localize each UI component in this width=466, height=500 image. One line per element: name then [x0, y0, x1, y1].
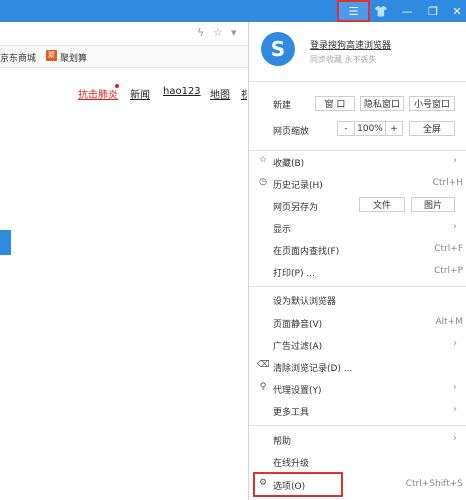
menu-item-print[interactable]: 打印(P) ... Ctrl+P [249, 262, 466, 282]
zoom-value: 100% [354, 121, 386, 136]
link-icon: ⚲ [259, 382, 267, 392]
fullscreen-button[interactable]: 全屏 [409, 121, 455, 136]
menu-item-help[interactable]: 帮助 › [249, 430, 466, 450]
chevron-right-icon: › [453, 433, 457, 444]
separator [249, 286, 466, 287]
nav-link-video[interactable]: 视 [241, 86, 247, 101]
address-bar[interactable]: ϟ ☆ ▾ [0, 22, 248, 46]
menu-item-history[interactable]: ◷ 历史记录(H) Ctrl+H [249, 174, 466, 194]
shortcut: Ctrl+H [432, 178, 463, 188]
shortcut: Ctrl+P [434, 266, 463, 276]
menu-item-find[interactable]: 在页面内查找(F) Ctrl+F [249, 240, 466, 260]
bookmark-juhuasuan[interactable]: 聚划算 [60, 51, 87, 64]
menu-item-proxy[interactable]: ⚲ 代理设置(Y) › [249, 379, 466, 399]
page-side-tab[interactable] [0, 230, 11, 255]
lightning-icon[interactable]: ϟ [197, 26, 204, 39]
menu-item-default-browser[interactable]: 设为默认浏览器 [249, 290, 466, 310]
dropdown-icon[interactable]: ▾ [231, 26, 237, 39]
menu-item-display[interactable]: 显示 › [249, 218, 466, 238]
nav-link-fight-pneumonia[interactable]: 抗击肺炎 [78, 86, 118, 101]
nav-link-news[interactable]: 新闻 [130, 86, 150, 101]
shortcut: Alt+M [435, 317, 464, 327]
notification-dot [115, 84, 119, 88]
save-as-image-button[interactable]: 图片 [411, 197, 455, 212]
menu-item-more-tools[interactable]: 更多工具 › [249, 401, 466, 421]
minimize-icon: — [401, 4, 413, 18]
close-button[interactable]: ✕ [442, 0, 466, 22]
menu-item-favorites[interactable]: ☆ 收藏(B) › [249, 152, 466, 172]
chevron-right-icon: › [453, 404, 457, 415]
sogou-logo-icon: S [261, 32, 295, 66]
star-icon[interactable]: ☆ [213, 26, 223, 39]
shirt-icon: 👕 [374, 4, 388, 18]
separator [249, 81, 466, 82]
chevron-right-icon: › [453, 155, 457, 166]
menu-item-clear-history[interactable]: ⌫ 清除浏览记录(D) ... [249, 357, 466, 377]
maximize-icon: ❐ [428, 4, 438, 18]
new-small-window-button[interactable]: 小号窗口 [409, 96, 455, 111]
separator [249, 150, 466, 151]
save-as-file-button[interactable]: 文件 [359, 197, 405, 212]
zoom-label: 网页缩放 [273, 127, 310, 137]
browser-main-menu: S 登录搜狗高速浏览器 同步收藏 永不丢失 新建 窗 口 隐私窗口 小号窗口 网… [248, 22, 466, 500]
star-icon: ☆ [258, 155, 268, 165]
zoom-in-button[interactable]: + [385, 121, 403, 136]
login-subtitle: 同步收藏 永不丢失 [310, 55, 377, 64]
chevron-right-icon: › [453, 382, 457, 393]
close-icon: ✕ [452, 4, 462, 18]
bookmark-jd[interactable]: 京东商城 [0, 51, 36, 64]
juhuasuan-icon: 聚 [46, 50, 57, 61]
bookmarks-bar: 京东商城 聚 聚划算 [0, 46, 248, 68]
zoom-out-button[interactable]: - [337, 121, 355, 136]
chevron-right-icon: › [453, 221, 457, 232]
shortcut: Ctrl+F [434, 244, 463, 254]
separator [249, 425, 466, 426]
login-link[interactable]: 登录搜狗高速浏览器 [310, 38, 391, 51]
menu-item-upgrade[interactable]: 在线升级 [249, 452, 466, 472]
nav-link-hao123[interactable]: hao123 [163, 86, 201, 97]
new-window-button[interactable]: 窗 口 [315, 96, 355, 111]
shortcut: Ctrl+Shift+S [405, 479, 463, 489]
new-private-window-button[interactable]: 隐私窗口 [360, 96, 404, 111]
menu-item-adblock[interactable]: 广告过滤(A) › [249, 335, 466, 355]
chevron-right-icon: › [453, 338, 457, 349]
new-label: 新建 [273, 101, 292, 111]
options-highlight [253, 472, 343, 497]
menu-item-mute[interactable]: 页面静音(V) Alt+M [249, 313, 466, 333]
clock-icon: ◷ [259, 177, 267, 187]
nav-link-map[interactable]: 地图 [210, 86, 230, 101]
title-bar: ☰ 👕 — ❐ ✕ [0, 0, 466, 22]
eraser-icon: ⌫ [257, 360, 270, 370]
